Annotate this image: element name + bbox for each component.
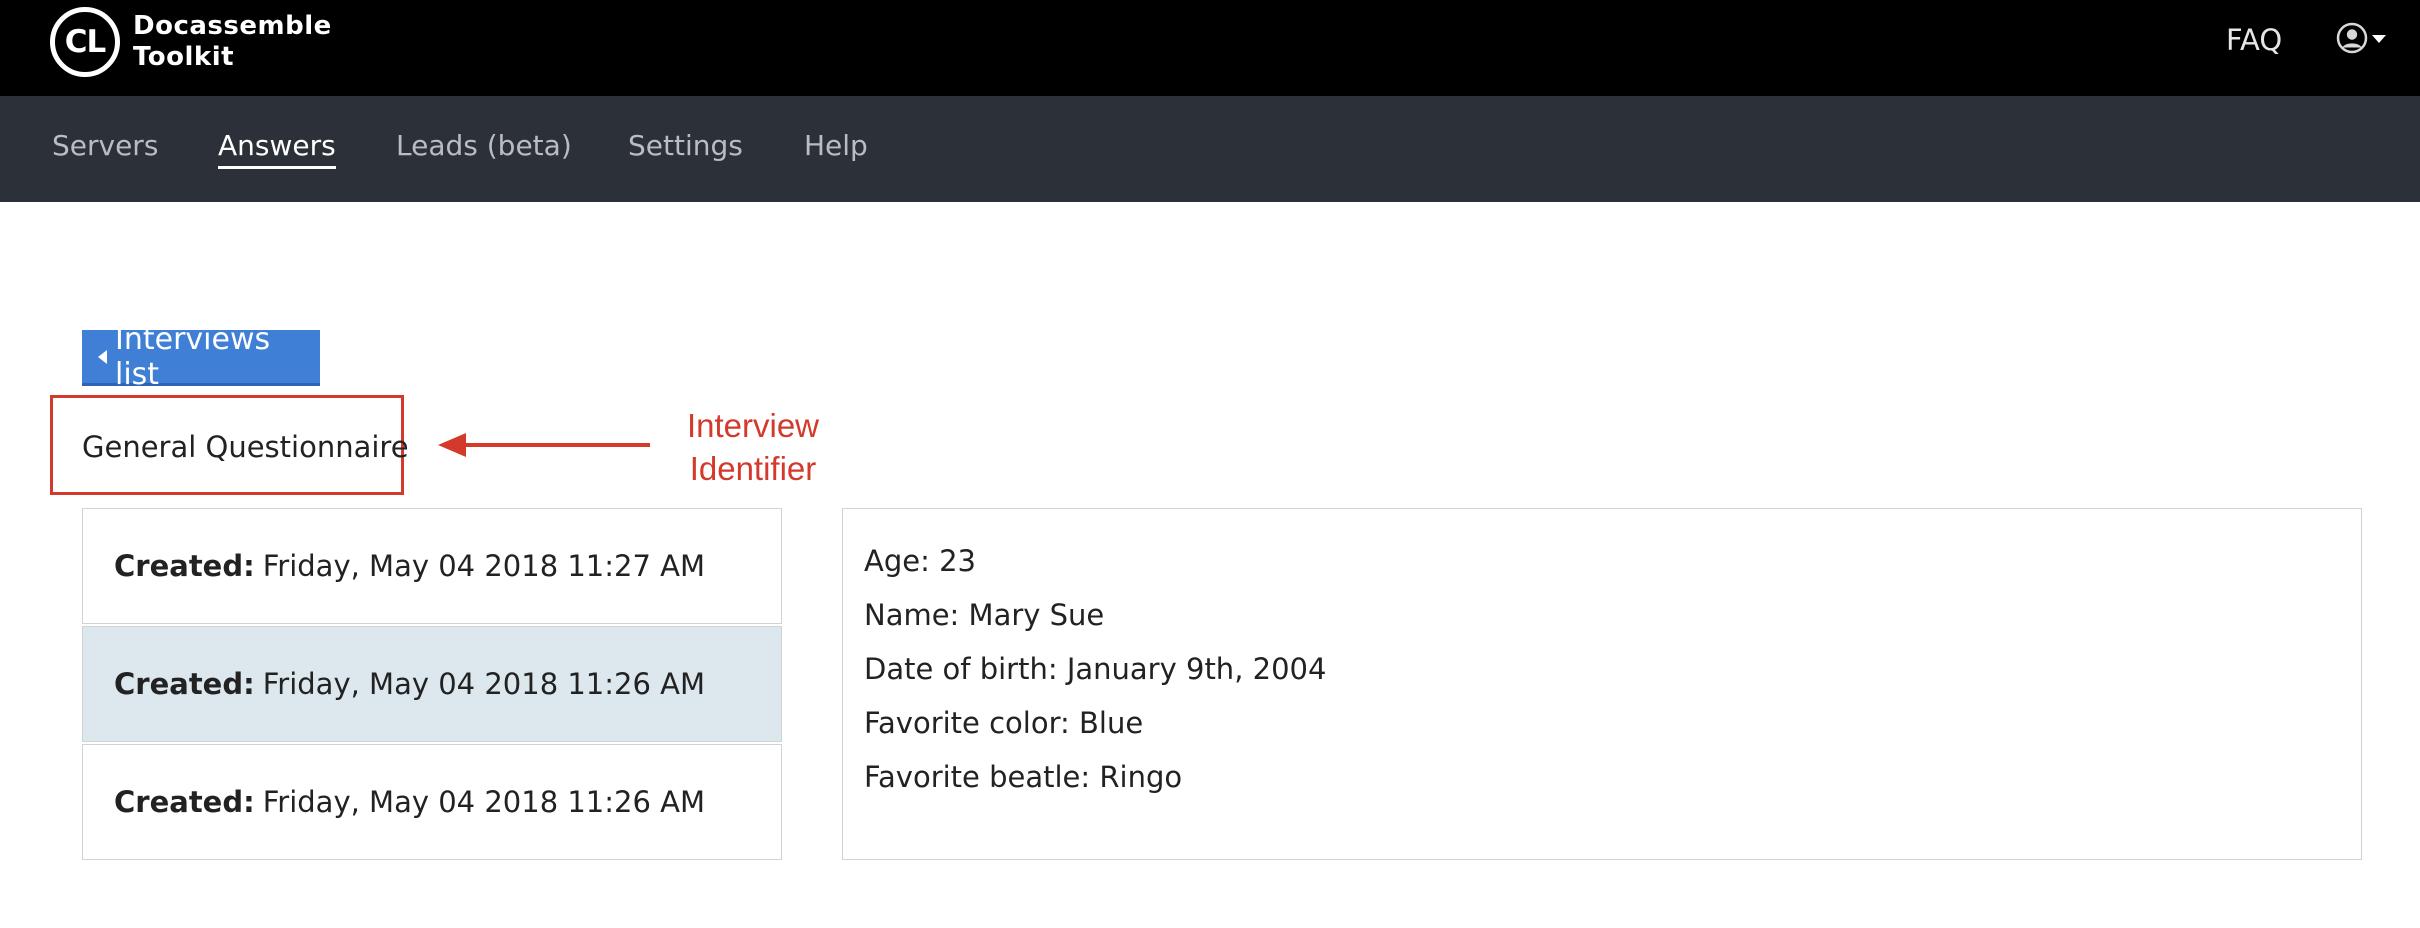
user-menu-button[interactable]	[2336, 22, 2386, 54]
session-list-item[interactable]: Created: Friday, May 04 2018 11:27 AM	[82, 508, 782, 624]
annotation-line-1: Interview	[686, 407, 820, 444]
nav-item-help[interactable]: Help	[804, 129, 868, 163]
nav-item-servers[interactable]: Servers	[52, 129, 158, 163]
nav-item-settings[interactable]: Settings	[628, 129, 743, 163]
interviews-list-button[interactable]: Interviews list	[82, 322, 320, 392]
created-label: Created:	[114, 667, 255, 701]
created-value: Friday, May 04 2018 11:27 AM	[262, 549, 706, 583]
interviews-list-label: Interviews list	[115, 321, 271, 392]
created-label: Created:	[114, 785, 255, 819]
annotation-line-2: Identifier	[689, 450, 817, 487]
chevron-down-icon	[2372, 35, 2386, 43]
logo-line-1: Docassemble	[133, 11, 332, 41]
answer-line: Name: Mary Sue	[864, 598, 1105, 632]
created-value: Friday, May 04 2018 11:26 AM	[262, 667, 706, 701]
annotation-arrow-line	[462, 443, 650, 447]
main-nav: Servers Answers Leads (beta) Settings He…	[0, 96, 2420, 202]
answer-line: Age: 23	[864, 544, 976, 578]
nav-item-answers[interactable]: Answers	[218, 129, 336, 169]
caret-left-icon	[98, 349, 107, 364]
answer-line: Favorite beatle: Ringo	[864, 760, 1183, 794]
interview-identifier: General Questionnaire	[82, 430, 409, 464]
app-logo[interactable]: CL Docassemble Toolkit	[50, 7, 332, 77]
top-bar: CL Docassemble Toolkit FAQ	[0, 0, 2420, 96]
annotation-label: Interview Identifier	[678, 404, 828, 490]
answer-line: Favorite color: Blue	[864, 706, 1144, 740]
logo-text: Docassemble Toolkit	[133, 11, 332, 73]
logo-line-2: Toolkit	[133, 42, 235, 72]
answer-line: Date of birth: January 9th, 2004	[864, 652, 1327, 686]
created-label: Created:	[114, 549, 255, 583]
answers-detail-panel: Age: 23 Name: Mary Sue Date of birth: Ja…	[842, 508, 2362, 860]
session-list-item-selected[interactable]: Created: Friday, May 04 2018 11:26 AM	[82, 626, 782, 742]
nav-item-leads[interactable]: Leads (beta)	[396, 129, 572, 163]
created-value: Friday, May 04 2018 11:26 AM	[262, 785, 706, 819]
logo-mark: CL	[50, 7, 120, 77]
session-list-item[interactable]: Created: Friday, May 04 2018 11:26 AM	[82, 744, 782, 860]
faq-link[interactable]: FAQ	[2226, 23, 2282, 57]
user-circle-icon	[2336, 22, 2368, 54]
